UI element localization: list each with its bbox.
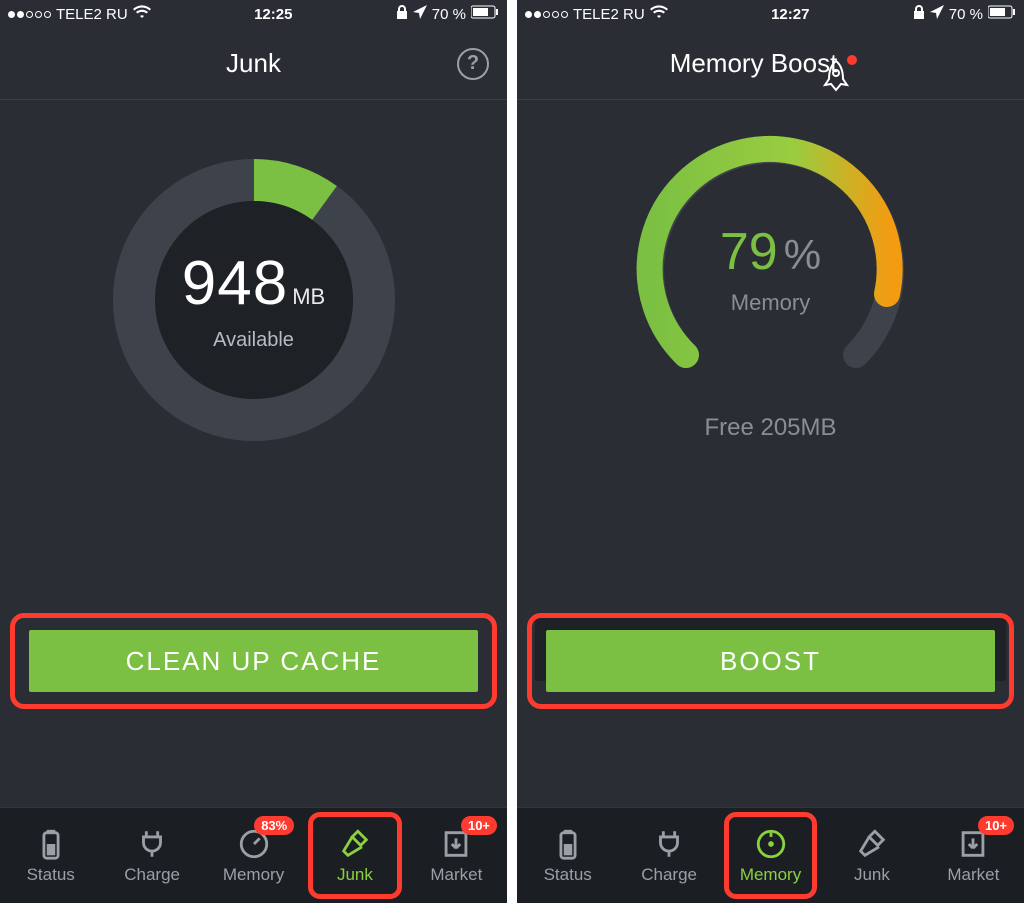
battery-tab-icon bbox=[34, 827, 68, 861]
cleanup-button[interactable]: CLEAN UP CACHE bbox=[29, 630, 478, 692]
tab-label: Junk bbox=[337, 865, 373, 885]
cleanup-button-label: CLEAN UP CACHE bbox=[126, 646, 382, 677]
tab-label: Memory bbox=[740, 865, 801, 885]
help-button[interactable]: ? bbox=[457, 48, 489, 80]
status-time: 12:25 bbox=[254, 6, 292, 23]
memory-pct-row: 79% bbox=[611, 222, 931, 282]
boost-button[interactable]: BOOST bbox=[546, 630, 995, 692]
plug-icon bbox=[135, 827, 169, 861]
wifi-icon bbox=[133, 5, 151, 23]
tab-memory[interactable]: 83% Memory bbox=[203, 808, 304, 903]
tab-badge: 83% bbox=[254, 816, 294, 835]
tab-junk[interactable]: Junk bbox=[821, 808, 922, 903]
tab-label: Junk bbox=[854, 865, 890, 885]
battery-icon bbox=[471, 5, 499, 23]
notification-dot bbox=[847, 55, 857, 65]
tab-label: Market bbox=[430, 865, 482, 885]
broom-icon bbox=[855, 827, 889, 861]
tab-label: Status bbox=[27, 865, 75, 885]
tab-memory[interactable]: Memory bbox=[720, 808, 821, 903]
memory-pct: 79 bbox=[720, 223, 778, 281]
junk-screen: TELE2 RU 12:25 70 % Junk ? bbox=[0, 0, 507, 903]
status-time: 12:27 bbox=[771, 6, 809, 23]
action-highlight: CLEAN UP CACHE bbox=[10, 613, 497, 709]
memory-label: Memory bbox=[611, 290, 931, 316]
tab-label: Charge bbox=[641, 865, 697, 885]
donut-value-row: 948 MB bbox=[182, 248, 325, 319]
lock-icon bbox=[913, 5, 925, 23]
tab-market[interactable]: 10+ Market bbox=[923, 808, 1024, 903]
memory-arc-chart: 79% Memory bbox=[611, 130, 931, 390]
broom-icon bbox=[338, 827, 372, 861]
donut-unit: MB bbox=[292, 284, 325, 310]
tab-bar: Status Charge Memory Junk 10+ Market bbox=[517, 807, 1024, 903]
rocket-button[interactable] bbox=[819, 59, 853, 99]
nav-bar: Junk ? bbox=[0, 28, 507, 100]
battery-icon bbox=[988, 5, 1016, 23]
location-icon bbox=[413, 5, 427, 23]
tab-charge[interactable]: Charge bbox=[101, 808, 202, 903]
tab-label: Market bbox=[947, 865, 999, 885]
nav-bar: Memory Boost bbox=[517, 28, 1024, 100]
donut-value: 948 bbox=[182, 248, 288, 319]
tab-market[interactable]: 10+ Market bbox=[406, 808, 507, 903]
tab-label: Status bbox=[544, 865, 592, 885]
tab-badge: 10+ bbox=[978, 816, 1014, 835]
tab-status[interactable]: Status bbox=[517, 808, 618, 903]
battery-pct: 70 % bbox=[949, 6, 983, 23]
content-area: 79% Memory Free 205MB Low on memory, boo… bbox=[517, 100, 1024, 807]
carrier-label: TELE2 RU bbox=[573, 6, 645, 23]
donut-sublabel: Available bbox=[213, 329, 294, 352]
battery-pct: 70 % bbox=[432, 6, 466, 23]
content-area: 948 MB Available CLEAN UP CACHE bbox=[0, 100, 507, 807]
lock-icon bbox=[396, 5, 408, 23]
help-icon: ? bbox=[457, 48, 489, 80]
tab-badge: 10+ bbox=[461, 816, 497, 835]
free-memory-label: Free 205MB bbox=[704, 414, 836, 442]
tab-label: Charge bbox=[124, 865, 180, 885]
memory-boost-screen: TELE2 RU 12:27 70 % Memory Boost bbox=[517, 0, 1024, 903]
boost-button-label: BOOST bbox=[720, 646, 821, 677]
gauge-icon bbox=[754, 827, 788, 861]
tab-status[interactable]: Status bbox=[0, 808, 101, 903]
signal-icon bbox=[8, 11, 51, 18]
action-highlight: BOOST bbox=[527, 613, 1014, 709]
signal-icon bbox=[525, 11, 568, 18]
tab-label: Memory bbox=[223, 865, 284, 885]
status-bar: TELE2 RU 12:25 70 % bbox=[0, 0, 507, 28]
wifi-icon bbox=[650, 5, 668, 23]
tab-charge[interactable]: Charge bbox=[618, 808, 719, 903]
junk-donut-chart: 948 MB Available bbox=[104, 150, 404, 450]
status-bar: TELE2 RU 12:27 70 % bbox=[517, 0, 1024, 28]
tab-junk[interactable]: Junk bbox=[304, 808, 405, 903]
plug-icon bbox=[652, 827, 686, 861]
memory-pct-unit: % bbox=[784, 231, 821, 278]
page-title: Junk bbox=[226, 48, 281, 79]
location-icon bbox=[930, 5, 944, 23]
battery-tab-icon bbox=[551, 827, 585, 861]
carrier-label: TELE2 RU bbox=[56, 6, 128, 23]
rocket-icon bbox=[819, 59, 853, 99]
page-title: Memory Boost bbox=[670, 48, 838, 79]
tab-bar: Status Charge 83% Memory Junk 10+ Market bbox=[0, 807, 507, 903]
